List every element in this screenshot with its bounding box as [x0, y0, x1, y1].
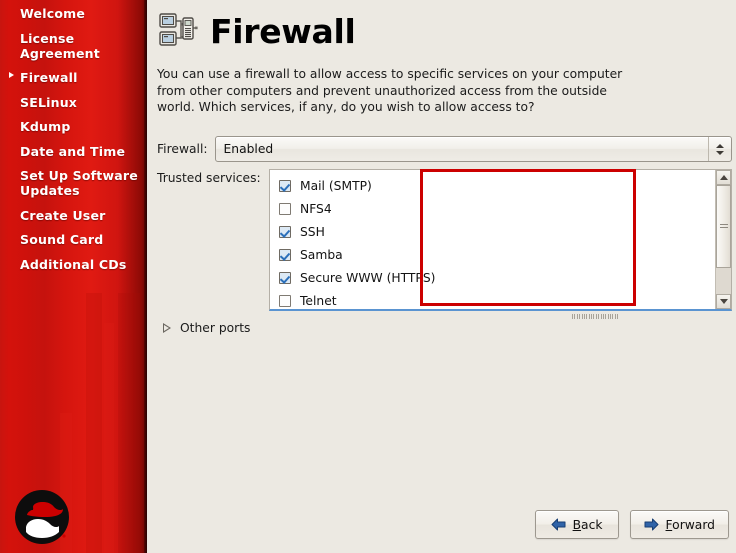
- trusted-services-label: Trusted services:: [157, 171, 261, 185]
- chevron-up-icon: [716, 143, 724, 148]
- forward-button-label: Forward: [666, 518, 715, 532]
- checkbox-mail-smtp[interactable]: [279, 179, 291, 192]
- grip-icon: [719, 222, 728, 230]
- page-title: Firewall: [210, 12, 356, 51]
- sidebar-item-label: Date and Time: [20, 143, 126, 159]
- triangle-right-icon: [163, 323, 171, 333]
- pane-resize-handle[interactable]: [572, 313, 618, 319]
- intro-text: You can use a firewall to allow access t…: [157, 67, 623, 115]
- scrollbar-thumb[interactable]: [716, 185, 731, 268]
- service-label: Telnet: [300, 293, 337, 308]
- sidebar-item-label: Kdump: [20, 119, 71, 134]
- sidebar-item-label: Welcome: [20, 6, 86, 21]
- footer-buttons: Back Forward: [534, 510, 729, 539]
- service-label: Secure WWW (HTTPS): [300, 270, 436, 285]
- back-button[interactable]: Back: [534, 510, 619, 539]
- scrollbar-track[interactable]: [716, 185, 731, 294]
- sidebar-item-license-agreement[interactable]: License Agreement: [0, 29, 147, 63]
- sidebar-item-label: Set Up Software Updates: [20, 168, 138, 198]
- sidebar-item-label: Additional CDs: [20, 256, 127, 272]
- service-label: Mail (SMTP): [300, 178, 372, 193]
- forward-button[interactable]: Forward: [629, 510, 729, 539]
- checkbox-telnet[interactable]: [279, 294, 291, 307]
- sidebar-item-label: Sound Card: [20, 232, 104, 247]
- sidebar-item-set-up-software-updates[interactable]: Set Up Software Updates: [0, 166, 147, 200]
- sidebar-nav: Welcome License Agreement Firewall SELin…: [0, 4, 147, 279]
- list-item[interactable]: Samba: [270, 243, 713, 266]
- scroll-down-button[interactable]: [716, 294, 731, 309]
- back-button-label: Back: [573, 518, 603, 532]
- service-label: SSH: [300, 224, 325, 239]
- checkbox-secure-www-https[interactable]: [279, 271, 291, 284]
- forward-suffix: orward: [672, 517, 715, 532]
- scroll-up-button[interactable]: [716, 170, 731, 185]
- trusted-services-list[interactable]: Mail (SMTP) NFS4 SSH Samba Secure WWW (H…: [269, 169, 732, 311]
- other-ports-label: Other ports: [180, 321, 251, 335]
- list-item[interactable]: Telnet: [270, 289, 713, 309]
- sidebar-item-label: License Agreement: [20, 30, 100, 61]
- list-item[interactable]: Mail (SMTP): [270, 174, 713, 197]
- firewall-setting-row: Firewall: Enabled: [157, 136, 732, 162]
- vertical-scrollbar[interactable]: [715, 170, 731, 309]
- red-hat-shadowman-logo: [15, 490, 69, 544]
- sidebar-item-additional-cds[interactable]: Additional CDs: [0, 255, 147, 274]
- sidebar: Welcome License Agreement Firewall SELin…: [0, 0, 147, 553]
- triangle-down-icon: [719, 299, 728, 304]
- firewall-select[interactable]: Enabled: [214, 136, 732, 162]
- sidebar-item-sound-card[interactable]: Sound Card: [0, 230, 147, 249]
- list-item[interactable]: SSH: [270, 220, 713, 243]
- list-item[interactable]: Secure WWW (HTTPS): [270, 266, 713, 289]
- list-item[interactable]: NFS4: [270, 197, 713, 220]
- firewall-network-icon: [159, 13, 198, 46]
- service-label: Samba: [300, 247, 343, 262]
- back-suffix: ack: [581, 517, 603, 532]
- arrow-left-icon: [551, 518, 566, 531]
- back-accel: B: [572, 517, 582, 532]
- content-area: Firewall You can use a firewall to allow…: [147, 0, 736, 553]
- sidebar-item-label: Firewall: [20, 70, 78, 85]
- sidebar-item-firewall[interactable]: Firewall: [0, 68, 147, 87]
- checkbox-nfs4[interactable]: [279, 202, 291, 215]
- triangle-up-icon: [719, 175, 728, 180]
- firstboot-window: Welcome License Agreement Firewall SELin…: [0, 0, 736, 553]
- sidebar-item-date-and-time[interactable]: Date and Time: [0, 142, 147, 161]
- trusted-services-items: Mail (SMTP) NFS4 SSH Samba Secure WWW (H…: [270, 170, 713, 309]
- chevron-down-icon: [716, 150, 724, 155]
- sidebar-item-welcome[interactable]: Welcome: [0, 4, 147, 23]
- firewall-label: Firewall:: [157, 142, 208, 156]
- sidebar-item-create-user[interactable]: Create User: [0, 206, 147, 225]
- chevron-updown-icon[interactable]: [708, 137, 731, 161]
- checkbox-ssh[interactable]: [279, 225, 291, 238]
- firewall-select-value: Enabled: [223, 142, 274, 156]
- other-ports-expander[interactable]: Other ports: [163, 321, 250, 335]
- sidebar-item-selinux[interactable]: SELinux: [0, 93, 147, 112]
- service-label: NFS4: [300, 201, 332, 216]
- active-bullet-icon: [9, 72, 14, 78]
- arrow-right-icon: [644, 518, 659, 531]
- sidebar-item-label: Create User: [20, 207, 106, 223]
- checkbox-samba[interactable]: [279, 248, 291, 261]
- sidebar-item-label: SELinux: [20, 94, 78, 110]
- sidebar-item-kdump[interactable]: Kdump: [0, 117, 147, 136]
- page-header: Firewall: [156, 8, 356, 56]
